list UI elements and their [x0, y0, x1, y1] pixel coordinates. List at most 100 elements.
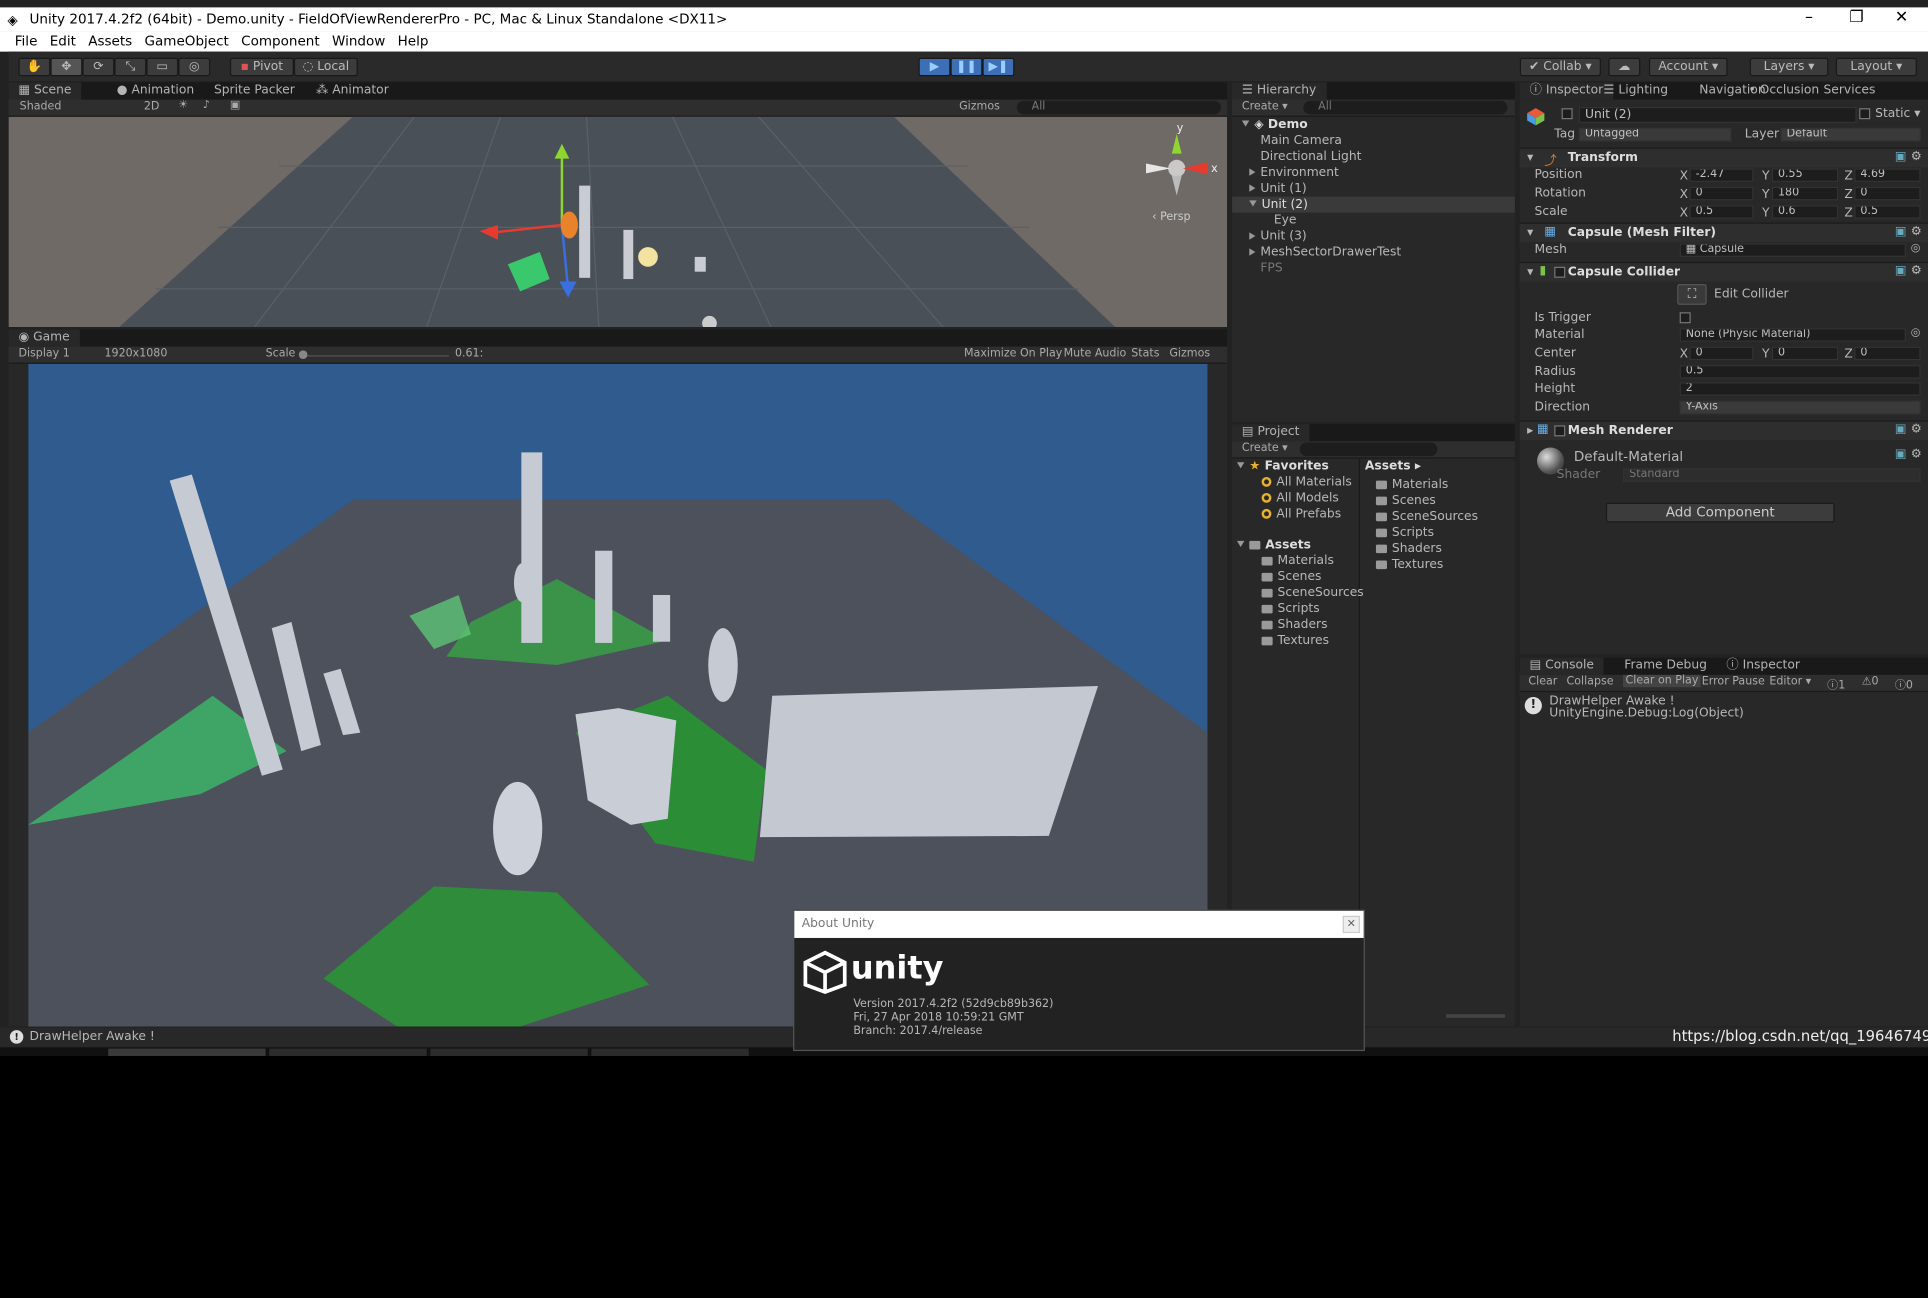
- taskbar-item[interactable]: [591, 1048, 749, 1056]
- tag-dropdown[interactable]: Untagged: [1578, 127, 1732, 142]
- position-x-field[interactable]: -2.47: [1689, 168, 1754, 182]
- game-gizmos-dropdown[interactable]: Gizmos: [1169, 348, 1210, 360]
- assets-header[interactable]: Assets: [1236, 538, 1311, 552]
- tab-sprite-packer[interactable]: Sprite Packer: [214, 82, 295, 99]
- tab-inspector[interactable]: ⓘ Inspector: [1519, 82, 1614, 100]
- physic-material-field[interactable]: None (Physic Material): [1679, 328, 1906, 342]
- tab-inspector-2[interactable]: ⓘ Inspector: [1726, 658, 1800, 675]
- capsule-collider-header[interactable]: ▾ ▮ Capsule Collider ▣ ⚙: [1519, 261, 1928, 282]
- position-z-field[interactable]: 4.69: [1854, 168, 1921, 182]
- tab-occlusion[interactable]: • Occlusion: [1748, 82, 1819, 99]
- asset-grid-item[interactable]: Scripts: [1375, 526, 1434, 540]
- mute-audio-toggle[interactable]: Mute Audio: [1064, 348, 1127, 360]
- close-button[interactable]: ✕: [1895, 9, 1908, 27]
- hierarchy-item[interactable]: Main Camera: [1260, 134, 1342, 148]
- hierarchy-item-selected[interactable]: Unit (2): [1249, 198, 1308, 211]
- status-message[interactable]: DrawHelper Awake !: [30, 1030, 155, 1044]
- pause-button[interactable]: ❚❚: [950, 57, 983, 77]
- hierarchy-item[interactable]: Unit (1): [1249, 182, 1307, 195]
- collider-enabled-checkbox[interactable]: [1554, 266, 1566, 278]
- layers-dropdown[interactable]: Layers ▾: [1749, 57, 1829, 77]
- minimize-button[interactable]: –: [1805, 9, 1813, 27]
- asset-grid-item[interactable]: Shaders: [1375, 542, 1442, 556]
- asset-grid-item[interactable]: Materials: [1375, 478, 1448, 492]
- account-dropdown[interactable]: Account ▾: [1648, 57, 1728, 77]
- info-count-toggle[interactable]: ⓘ1: [1827, 676, 1845, 692]
- position-y-field[interactable]: 0.55: [1771, 168, 1839, 182]
- favorites-header[interactable]: ★ Favorites: [1236, 460, 1329, 473]
- hierarchy-item[interactable]: Eye: [1274, 214, 1297, 228]
- gizmos-dropdown[interactable]: Gizmos: [959, 101, 1000, 113]
- settings-gear-icon[interactable]: ⚙: [1911, 264, 1922, 278]
- menu-window[interactable]: Window: [326, 32, 392, 50]
- warning-count-toggle[interactable]: ⚠0: [1862, 676, 1879, 688]
- hierarchy-create-button[interactable]: Create ▾: [1242, 101, 1288, 113]
- scene-search-input[interactable]: All: [1016, 100, 1221, 115]
- asset-folder[interactable]: Scripts: [1261, 602, 1320, 616]
- object-name-input[interactable]: Unit (2): [1578, 106, 1857, 123]
- taskbar-item[interactable]: [430, 1048, 588, 1056]
- menu-assets[interactable]: Assets: [82, 32, 138, 50]
- console-clear-button[interactable]: Clear: [1528, 676, 1557, 688]
- play-button[interactable]: ▶: [918, 57, 951, 77]
- asset-folder[interactable]: Scenes: [1261, 570, 1321, 584]
- scale-z-field[interactable]: 0.5: [1854, 205, 1921, 219]
- tab-hierarchy[interactable]: ☰ Hierarchy: [1232, 82, 1327, 100]
- static-label[interactable]: Static ▾: [1875, 107, 1920, 121]
- layout-dropdown[interactable]: Layout ▾: [1835, 57, 1917, 77]
- rotation-x-field[interactable]: 0: [1689, 186, 1754, 201]
- hierarchy-item[interactable]: MeshSectorDrawerTest: [1249, 246, 1401, 259]
- stats-toggle[interactable]: Stats: [1131, 348, 1159, 360]
- hierarchy-item-inactive[interactable]: FPS: [1260, 262, 1282, 276]
- hand-tool-icon[interactable]: ✋: [18, 57, 51, 77]
- error-count-toggle[interactable]: ⓘ0: [1895, 676, 1913, 692]
- height-field[interactable]: 2: [1679, 382, 1921, 396]
- transform-tool-icon[interactable]: ◎: [178, 57, 211, 77]
- step-button[interactable]: ▶❚: [982, 57, 1015, 77]
- tab-frame-debug[interactable]: Frame Debug: [1624, 658, 1707, 675]
- mesh-filter-header[interactable]: ▾ ▦ Capsule (Mesh Filter) ▣ ⚙: [1519, 222, 1928, 243]
- settings-gear-icon[interactable]: ⚙: [1911, 150, 1922, 164]
- scale-x-field[interactable]: 0.5: [1689, 205, 1754, 219]
- audio-icon[interactable]: ♪: [203, 100, 210, 112]
- transform-header[interactable]: ▾ ⤴ Transform ▣ ⚙: [1519, 147, 1928, 168]
- help-icon[interactable]: ▣: [1895, 447, 1907, 461]
- taskbar-item[interactable]: [108, 1048, 266, 1056]
- asset-folder[interactable]: Textures: [1261, 634, 1329, 648]
- center-y-field[interactable]: 0: [1771, 346, 1839, 361]
- shading-dropdown[interactable]: Shaded: [20, 101, 62, 113]
- move-tool-icon[interactable]: ✥: [50, 57, 83, 77]
- center-z-field[interactable]: 0: [1854, 346, 1921, 361]
- mesh-field[interactable]: ▦ Capsule: [1679, 243, 1906, 257]
- about-close-icon[interactable]: ✕: [1342, 915, 1360, 934]
- toggle-2d[interactable]: 2D: [144, 101, 160, 113]
- help-icon[interactable]: ▣: [1895, 150, 1907, 164]
- favorite-item[interactable]: All Prefabs: [1261, 508, 1341, 521]
- persp-label[interactable]: ‹ Persp: [1152, 211, 1190, 223]
- scale-tool-icon[interactable]: ⤡: [114, 57, 147, 77]
- asset-grid-item[interactable]: SceneSources: [1375, 510, 1478, 524]
- hierarchy-item[interactable]: Unit (3): [1249, 230, 1307, 243]
- object-picker-icon[interactable]: ◎: [1911, 242, 1921, 254]
- static-checkbox[interactable]: [1859, 108, 1871, 120]
- asset-grid-item[interactable]: Textures: [1375, 558, 1443, 572]
- rotation-y-field[interactable]: 180: [1771, 186, 1839, 201]
- tab-console[interactable]: ▤ Console: [1519, 657, 1604, 675]
- menu-file[interactable]: File: [0, 32, 44, 50]
- tab-lighting[interactable]: ☰ Lighting: [1603, 82, 1668, 99]
- console-collapse-button[interactable]: Collapse: [1567, 676, 1614, 688]
- hierarchy-item[interactable]: Environment: [1249, 166, 1339, 179]
- rotation-z-field[interactable]: 0: [1854, 186, 1921, 201]
- tab-animator[interactable]: ⁂ Animator: [316, 82, 389, 99]
- settings-gear-icon[interactable]: ⚙: [1911, 225, 1922, 239]
- add-component-button[interactable]: Add Component: [1605, 502, 1835, 523]
- asset-folder[interactable]: Materials: [1261, 554, 1334, 568]
- help-icon[interactable]: ▣: [1895, 264, 1907, 278]
- project-search-input[interactable]: [1299, 442, 1438, 457]
- collab-button[interactable]: ✔ Collab ▾: [1519, 57, 1601, 77]
- scale-slider-thumb[interactable]: [298, 350, 308, 359]
- cloud-icon[interactable]: ☁: [1608, 57, 1641, 77]
- help-icon[interactable]: ▣: [1895, 423, 1907, 437]
- favorite-item[interactable]: All Models: [1261, 492, 1339, 505]
- taskbar-item[interactable]: [269, 1048, 427, 1056]
